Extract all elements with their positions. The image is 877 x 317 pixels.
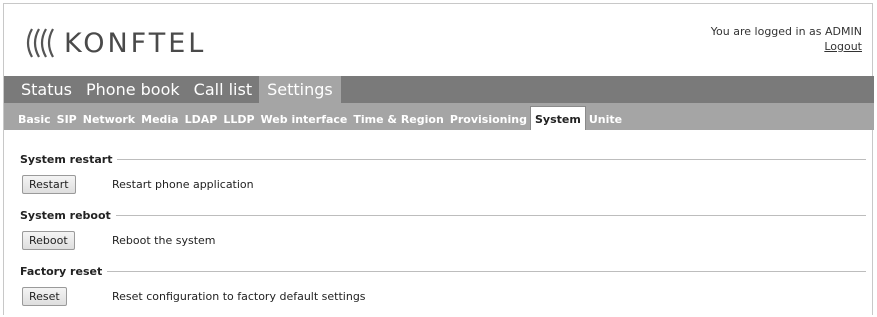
section-title-restart: System restart bbox=[20, 153, 866, 166]
factory-reset-section: Factory reset Reset Reset configuration … bbox=[20, 265, 866, 306]
system-restart-section: System restart Restart Restart phone app… bbox=[20, 153, 866, 194]
reset-row: Reset Reset configuration to factory def… bbox=[20, 287, 866, 306]
login-info: You are logged in as ADMIN Logout bbox=[711, 24, 862, 54]
main-navigation: Status Phone book Call list Settings bbox=[4, 76, 874, 103]
section-title-text: System restart bbox=[20, 153, 113, 166]
section-divider bbox=[117, 159, 866, 160]
section-title-text: Factory reset bbox=[20, 265, 103, 278]
reboot-row: Reboot Reboot the system bbox=[20, 231, 866, 250]
restart-description: Restart phone application bbox=[112, 178, 254, 191]
subtab-time-region[interactable]: Time & Region bbox=[350, 107, 446, 130]
section-title-text: System reboot bbox=[20, 209, 111, 222]
section-title-reset: Factory reset bbox=[20, 265, 866, 278]
reboot-button[interactable]: Reboot bbox=[22, 231, 75, 250]
section-divider bbox=[107, 271, 866, 272]
tab-phone-book[interactable]: Phone book bbox=[79, 76, 187, 103]
tab-call-list[interactable]: Call list bbox=[187, 76, 259, 103]
brand-logo: KONFTEL bbox=[22, 26, 206, 60]
section-title-reboot: System reboot bbox=[20, 209, 866, 222]
reset-description: Reset configuration to factory default s… bbox=[112, 290, 366, 303]
subtab-sip[interactable]: SIP bbox=[54, 107, 80, 130]
konftel-wave-logo-icon bbox=[26, 28, 54, 58]
restart-button[interactable]: Restart bbox=[22, 175, 76, 194]
tab-status[interactable]: Status bbox=[4, 76, 79, 103]
subtab-provisioning[interactable]: Provisioning bbox=[447, 107, 530, 130]
subtab-lldp[interactable]: LLDP bbox=[220, 107, 257, 130]
page-frame: KONFTEL You are logged in as ADMIN Logou… bbox=[3, 3, 874, 315]
subtab-basic[interactable]: Basic bbox=[4, 107, 54, 130]
subtab-unite[interactable]: Unite bbox=[586, 107, 625, 130]
subtab-system[interactable]: System bbox=[529, 106, 586, 130]
system-reboot-section: System reboot Reboot Reboot the system bbox=[20, 209, 866, 250]
header: KONFTEL You are logged in as ADMIN Logou… bbox=[4, 4, 874, 76]
subtab-network[interactable]: Network bbox=[80, 107, 138, 130]
settings-subnavigation: Basic SIP Network Media LDAP LLDP Web in… bbox=[4, 103, 874, 130]
brand-name: KONFTEL bbox=[64, 27, 207, 59]
subtab-ldap[interactable]: LDAP bbox=[182, 107, 221, 130]
restart-row: Restart Restart phone application bbox=[20, 175, 866, 194]
section-divider bbox=[115, 215, 866, 216]
logout-link[interactable]: Logout bbox=[824, 40, 862, 53]
subtab-media[interactable]: Media bbox=[138, 107, 181, 130]
tab-settings[interactable]: Settings bbox=[259, 76, 341, 103]
reboot-description: Reboot the system bbox=[112, 234, 216, 247]
login-status: You are logged in as ADMIN bbox=[710, 25, 862, 38]
reset-button[interactable]: Reset bbox=[22, 287, 67, 306]
subtab-web-interface[interactable]: Web interface bbox=[258, 107, 351, 130]
